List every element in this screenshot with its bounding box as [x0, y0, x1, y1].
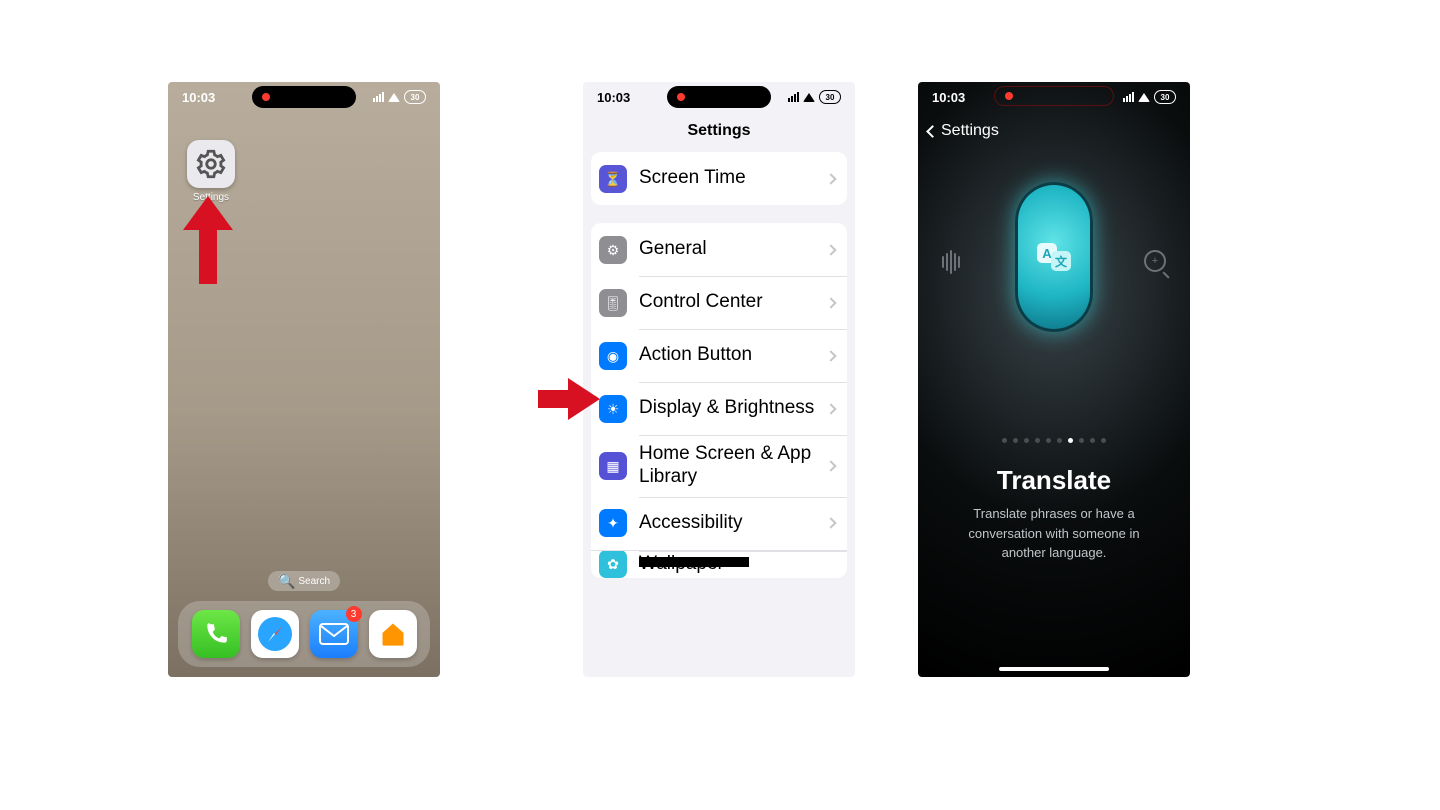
annotation-arrow-to-action-button-row [538, 378, 600, 420]
row-home-screen[interactable]: ▦ Home Screen & App Library [591, 435, 847, 497]
battery-icon: 30 [404, 90, 426, 104]
status-bar: 10:03 30 [168, 82, 440, 112]
recording-indicator-icon [262, 93, 270, 101]
general-icon: ⚙ [599, 236, 627, 264]
action-button-icon: ◉ [599, 342, 627, 370]
settings-app[interactable]: Settings [182, 140, 240, 203]
cell-signal-icon [373, 92, 384, 102]
recording-indicator-icon [1005, 92, 1013, 100]
row-label: Screen Time [639, 167, 815, 190]
wifi-icon [388, 93, 400, 102]
row-label: Action Button [639, 344, 815, 367]
row-label: Accessibility [639, 512, 815, 535]
battery-percent: 30 [411, 93, 420, 102]
screen-time-icon: ⏳ [599, 165, 627, 193]
display-brightness-icon: ☀ [599, 395, 627, 423]
cell-signal-icon [788, 92, 799, 102]
wallpaper-icon: ✿ [599, 550, 627, 578]
status-bar: 10:03 30 [918, 82, 1190, 112]
phone-action-button-detail: 10:03 30 Settings A 文 Transl [918, 82, 1190, 677]
settings-list[interactable]: ⏳ Screen Time ⚙ General 🎚 Control Center… [583, 152, 855, 578]
home-screen-icon: ▦ [599, 452, 627, 480]
accessibility-icon: ✦ [599, 509, 627, 537]
page-indicator[interactable] [918, 438, 1190, 443]
action-description: Translate phrases or have a conversation… [918, 496, 1190, 563]
action-button-stage[interactable]: A 文 [918, 140, 1190, 430]
dock-safari-app[interactable] [251, 610, 299, 658]
status-time: 10:03 [182, 90, 215, 105]
chevron-right-icon [825, 517, 836, 528]
row-screen-time[interactable]: ⏳ Screen Time [591, 152, 847, 205]
dock-phone-app[interactable] [192, 610, 240, 658]
dock: 3 [178, 601, 430, 667]
control-center-icon: 🎚 [599, 289, 627, 317]
next-action-hint-icon [1144, 250, 1166, 272]
row-accessibility[interactable]: ✦ Accessibility [591, 497, 847, 550]
wifi-icon [803, 93, 815, 102]
svg-text:文: 文 [1055, 254, 1068, 269]
row-display-brightness[interactable]: ☀ Display & Brightness [591, 382, 847, 435]
phone-settings-list: 10:03 30 Settings ⏳ Screen Time ⚙ Genera… [583, 82, 855, 677]
prev-action-hint-icon [942, 250, 960, 274]
row-action-button[interactable]: ◉ Action Button [591, 329, 847, 382]
dock-mail-app[interactable]: 3 [310, 610, 358, 658]
status-time: 10:03 [597, 90, 630, 105]
nav-title: Settings [583, 112, 855, 152]
translate-icon: A 文 [1034, 237, 1074, 277]
row-label: Display & Brightness [639, 397, 815, 420]
row-general[interactable]: ⚙ General [591, 223, 847, 276]
chevron-right-icon [825, 350, 836, 361]
row-wallpaper[interactable]: ✿ Wallpaper [591, 550, 847, 578]
cell-signal-icon [1123, 92, 1134, 102]
dock-home-app[interactable] [369, 610, 417, 658]
annotation-arrow-to-settings-icon [183, 196, 233, 284]
row-label: Control Center [639, 291, 815, 314]
battery-icon: 30 [1154, 90, 1176, 104]
search-icon: 🔍 [278, 574, 295, 588]
dynamic-island[interactable] [994, 86, 1114, 106]
dynamic-island[interactable] [252, 86, 356, 108]
home-search-button[interactable]: 🔍 Search [268, 571, 340, 591]
row-control-center[interactable]: 🎚 Control Center [591, 276, 847, 329]
back-to-settings[interactable]: Settings [918, 112, 1190, 140]
svg-text:A: A [1042, 246, 1052, 261]
chevron-right-icon [825, 403, 836, 414]
phone-home-screen: 10:03 30 Settings 🔍 Search [168, 82, 440, 677]
chevron-left-icon [926, 125, 939, 138]
row-label: Wallpaper [639, 553, 837, 576]
dynamic-island[interactable] [667, 86, 771, 108]
status-right-cluster: 30 [788, 90, 841, 104]
status-right-cluster: 30 [1123, 90, 1176, 104]
chevron-right-icon [825, 173, 836, 184]
battery-icon: 30 [819, 90, 841, 104]
settings-gear-icon [187, 140, 235, 188]
action-button-preview: A 文 [1015, 182, 1093, 332]
mail-badge: 3 [346, 606, 362, 622]
wifi-icon [1138, 93, 1150, 102]
home-indicator[interactable] [999, 667, 1109, 671]
back-label: Settings [941, 122, 999, 140]
row-label: General [639, 238, 815, 261]
action-title: Translate [918, 465, 1190, 496]
battery-percent: 30 [826, 93, 835, 102]
status-bar: 10:03 30 [583, 82, 855, 112]
chevron-right-icon [825, 297, 836, 308]
status-right-cluster: 30 [373, 90, 426, 104]
chevron-right-icon [825, 460, 836, 471]
search-label: Search [298, 576, 330, 587]
chevron-right-icon [825, 244, 836, 255]
status-time: 10:03 [932, 90, 965, 105]
recording-indicator-icon [677, 93, 685, 101]
battery-percent: 30 [1161, 93, 1170, 102]
row-label: Home Screen & App Library [639, 443, 815, 489]
